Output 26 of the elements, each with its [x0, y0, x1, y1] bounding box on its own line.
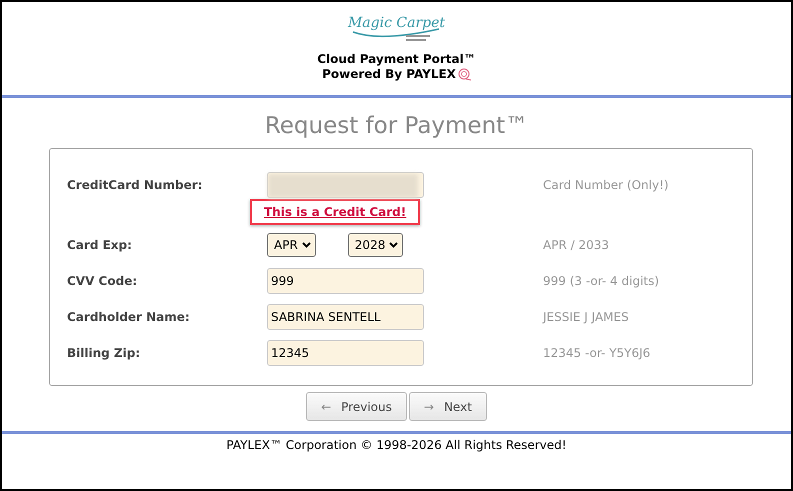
field-label: CVV Code:: [67, 274, 138, 288]
chevron-icon: [302, 242, 311, 248]
field-label: CreditCard Number:: [67, 178, 202, 192]
field-hint: JESSIE J JAMES: [543, 310, 629, 324]
field-hint: Card Number (Only!): [543, 178, 669, 192]
portal-title: Cloud Payment Portal™: [317, 52, 476, 67]
field-label: Billing Zip:: [67, 346, 140, 360]
input-field[interactable]: 12345: [267, 340, 424, 366]
input-field[interactable]: 999: [267, 268, 424, 294]
nav-button[interactable]: → Next: [408, 392, 487, 421]
powered-by-text: Powered By PAYLEX: [322, 67, 456, 82]
credit-card-notice-link[interactable]: This is a Credit Card!: [250, 199, 420, 225]
field-hint: APR / 2033: [543, 238, 609, 252]
nav-button[interactable]: ← Previous: [306, 392, 407, 421]
field-hint: 999 (3 -or- 4 digits): [543, 274, 660, 288]
field-label: Cardholder Name:: [67, 310, 190, 324]
page-title: Request for Payment™: [264, 112, 530, 140]
chevron-icon: [389, 242, 398, 248]
stamp-icon: [458, 68, 471, 81]
logo-text: Magic Carpet: [348, 16, 446, 30]
dropdown[interactable]: APR: [267, 233, 316, 257]
field-label: Card Exp:: [67, 238, 132, 252]
dropdown[interactable]: 2028: [348, 233, 404, 257]
footer-text: PAYLEX™ Corporation © 1998-2026 All Rights Reserved!: [225, 438, 568, 452]
field-hint: 12345 -or- Y5Y6J6: [543, 346, 650, 360]
input-field[interactable]: SABRINA SENTELL: [267, 304, 424, 330]
